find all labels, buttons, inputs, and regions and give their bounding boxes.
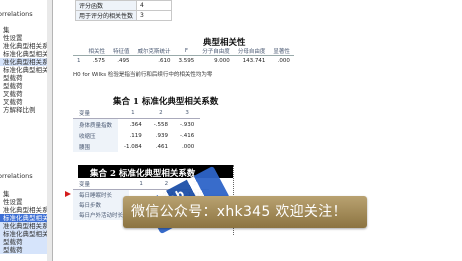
table-cell: .000 xyxy=(277,57,290,64)
table-cell: 1 xyxy=(77,57,81,64)
nav-item[interactable]: 准化典型相关系数 xyxy=(0,222,47,230)
row-label: 腰围 xyxy=(73,141,119,152)
output-viewer: 评分函数 4 用于评分的相关性数 3 典型相关性 相关性 特征值 威尔克斯统计 F 分子… xyxy=(53,0,462,261)
selection-arrow-icon xyxy=(65,191,71,197)
table-row: 身体质量指数 .364 -.558 -.930 xyxy=(73,118,200,130)
table-cell: .461 xyxy=(155,143,168,150)
table-row: 腰围 -1.084 .461 .000 xyxy=(73,141,200,152)
column-header: F xyxy=(174,46,199,56)
table-cell: -.930 xyxy=(179,121,195,128)
column-header: 变量 xyxy=(73,179,130,190)
table-cell: .119 xyxy=(129,132,142,139)
nav-header-top[interactable]: orrelations xyxy=(0,10,47,18)
table-cell: .939 xyxy=(155,132,168,139)
set1-title: 集合 1 标准化典型相关系数 xyxy=(113,97,219,107)
row-label: 收缩压 xyxy=(73,130,119,141)
column-header: 特征值 xyxy=(109,46,134,56)
set2-title: 集合 2 标准化典型相关系数 xyxy=(90,169,196,179)
nav-item[interactable]: 准化典型相关系数 xyxy=(0,58,47,66)
table-row: 收缩压 .119 .939 -.416 xyxy=(73,130,200,141)
table-header-row: 相关性 特征值 威尔克斯统计 F 分子自由度 分母自由度 显著性 xyxy=(73,46,294,56)
nav-item[interactable]: 准化典型相关系数 xyxy=(0,42,47,50)
row-label: 每日睡眠时长 xyxy=(73,189,130,200)
settings-label: 评分函数 xyxy=(74,0,138,11)
column-header xyxy=(73,46,85,56)
table-row: 用于评分的相关性数 3 xyxy=(74,10,173,21)
nav-item[interactable]: 标准化典型相关系数 xyxy=(0,214,47,222)
nav-item[interactable]: 标准化典型相关系数 xyxy=(0,230,47,238)
nav-item[interactable]: 性设置 xyxy=(0,34,47,42)
nav-item[interactable]: 型载荷 xyxy=(0,238,47,246)
table-header-row: 变量123 xyxy=(73,108,201,119)
nav-list-bottom: 集性设置准化典型相关系数标准化典型相关系数准化典型相关系数标准化典型相关系数型载… xyxy=(0,190,47,254)
row-label: 身体质量指数 xyxy=(73,118,119,130)
nav-item[interactable]: 叉载荷 xyxy=(0,98,47,106)
column-header: 变量 xyxy=(73,108,119,119)
nav-item[interactable]: 型载荷 xyxy=(0,82,47,90)
nav-item[interactable]: 性设置 xyxy=(0,198,47,206)
nav-item[interactable]: 叉载荷 xyxy=(0,90,47,98)
table-cell: .575 xyxy=(92,57,106,64)
settings-value: 3 xyxy=(136,10,173,21)
table-cell: -.416 xyxy=(179,132,195,139)
table-cell: -1.084 xyxy=(124,143,142,150)
settings-value: 4 xyxy=(136,0,173,11)
nav-item[interactable]: 集 xyxy=(0,190,47,198)
nav-list-top: 集性设置准化典型相关系数标准化典型相关系数准化典型相关系数标准化典型相关系数型载… xyxy=(0,26,47,114)
nav-item[interactable]: 集 xyxy=(0,26,47,34)
wechat-banner-text: 微信公众号：xhk345 欢迎关注！ xyxy=(131,204,347,220)
nav-item[interactable]: 标准化典型相关系数 xyxy=(0,50,47,58)
nav-header-bottom[interactable]: orrelations xyxy=(0,172,47,180)
nav-item[interactable]: 标准化典型相关系数 xyxy=(0,66,47,74)
nav-item[interactable]: 准化典型相关系数 xyxy=(0,206,47,214)
scoring-settings-table: 评分函数 4 用于评分的相关性数 3 xyxy=(74,0,173,21)
canonical-correlation-table: 相关性 特征值 威尔克斯统计 F 分子自由度 分母自由度 显著性 1 .575 .495 .610… xyxy=(73,46,294,65)
column-header: 1 xyxy=(129,179,154,190)
table-row: 评分函数 4 xyxy=(74,0,173,11)
column-header: 1 xyxy=(118,108,148,119)
table-cell: -.558 xyxy=(153,121,168,128)
output-navigator: orrelations 集性设置准化典型相关系数标准化典型相关系数准化典型相关系… xyxy=(0,0,48,261)
nav-item[interactable]: 方解释比例 xyxy=(0,106,47,114)
row-label: 每日户外活动时长 xyxy=(73,210,130,220)
table-cell: .610 xyxy=(158,57,171,64)
table-cell: 143.741 xyxy=(242,57,266,64)
column-header: 分母自由度 xyxy=(233,46,270,56)
column-header: 2 xyxy=(147,108,174,119)
nav-item[interactable]: 型载荷 xyxy=(0,74,47,82)
table-cell: 9.000 xyxy=(214,57,230,64)
row-label: 每日步数 xyxy=(73,200,130,210)
table-cell: 3.595 xyxy=(178,57,195,64)
set1-coefficients-table: 变量 1 2 3 身体质量指数 .364 -.558 -.930 收缩压 .119.939 -.41… xyxy=(73,108,201,152)
settings-label: 用于评分的相关性数 xyxy=(74,10,138,21)
nav-item[interactable]: 型载荷 xyxy=(0,246,47,254)
table-cell: .364 xyxy=(129,121,142,128)
column-header: 显著性 xyxy=(269,46,294,56)
table-cell: .495 xyxy=(117,57,130,64)
column-header: 相关性 xyxy=(84,46,110,56)
wilks-note: H0 for Wilks 检验是指当前行和后续行中的相关性均为零 xyxy=(73,72,213,78)
table-cell: .000 xyxy=(181,143,195,150)
column-header: 分子自由度 xyxy=(198,46,234,56)
column-header: 威尔克斯统计 xyxy=(133,46,175,56)
column-header: 3 xyxy=(173,108,201,119)
table-row: 1 .575 .495 .610 3.595 9.000 143.741 .000 xyxy=(73,56,294,66)
